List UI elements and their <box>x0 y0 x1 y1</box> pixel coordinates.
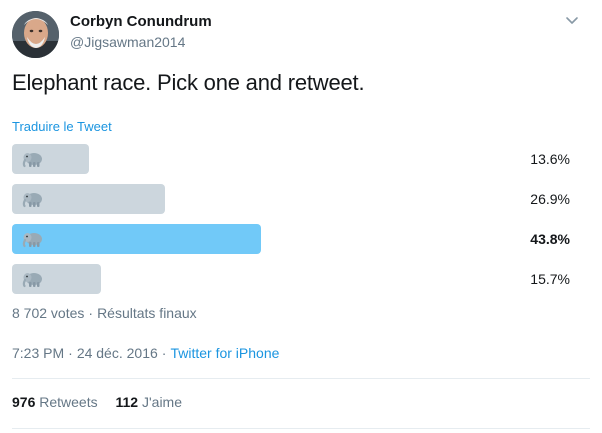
poll-choice: 13.6% <box>12 144 590 174</box>
poll-percent: 26.9% <box>530 191 570 207</box>
likes-label: J'aime <box>141 394 183 410</box>
poll-bar <box>12 224 261 254</box>
poll-percent: 15.7% <box>530 271 570 287</box>
poll-percent: 43.8% <box>530 231 570 247</box>
retweets-count: 976 <box>12 394 36 410</box>
elephant-icon <box>22 150 44 168</box>
vote-count: 8 702 votes <box>12 305 85 321</box>
tweet-stats: 976 Retweets 112 J'aime <box>12 394 196 410</box>
elephant-icon <box>22 230 44 248</box>
tweet-text: Elephant race. Pick one and retweet. <box>12 70 365 95</box>
tweet-timestamp: 7:23 PM · 24 déc. 2016 · Twitter for iPhone <box>12 345 280 361</box>
profile-photo-icon <box>12 11 59 58</box>
tweet-time[interactable]: 7:23 PM <box>12 345 64 361</box>
poll-choice: 43.8% <box>12 224 590 254</box>
poll-choice: 26.9% <box>12 184 590 214</box>
divider <box>12 428 590 429</box>
elephant-icon <box>22 190 44 208</box>
likes-stat[interactable]: 112 J'aime <box>116 394 183 410</box>
translate-link[interactable]: Traduire le Tweet <box>12 119 112 134</box>
divider <box>12 378 590 379</box>
tweet-date[interactable]: 24 déc. 2016 <box>77 345 158 361</box>
retweets-label: Retweets <box>39 394 98 410</box>
poll-choice: 15.7% <box>12 264 590 294</box>
tweet-source-link[interactable]: Twitter for iPhone <box>170 345 279 361</box>
author-name[interactable]: Corbyn Conundrum <box>70 13 212 30</box>
poll-meta: 8 702 votes · Résultats finaux <box>12 305 197 321</box>
poll-status: Résultats finaux <box>97 305 197 321</box>
retweets-stat[interactable]: 976 Retweets <box>12 394 98 410</box>
poll-percent: 13.6% <box>530 151 570 167</box>
elephant-icon <box>22 270 44 288</box>
chevron-down-icon[interactable] <box>565 13 579 27</box>
avatar[interactable] <box>12 11 59 58</box>
author-handle[interactable]: @Jigsawman2014 <box>70 34 185 50</box>
likes-count: 112 <box>115 394 139 410</box>
